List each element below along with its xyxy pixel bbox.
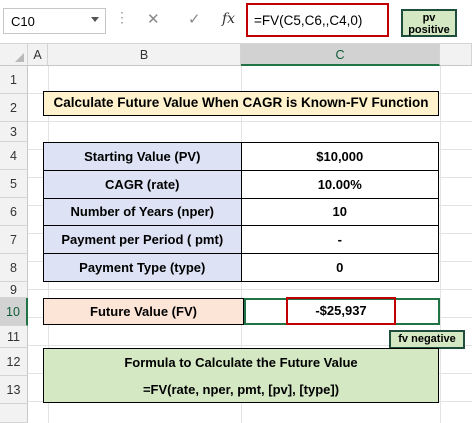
row-header-8[interactable]: 8 [0,254,28,282]
value-cell[interactable]: - [240,225,439,255]
formula-heading: Formula to Calculate the Future Value [124,355,358,370]
grid-line [440,66,441,423]
column-header-a[interactable]: A [28,44,48,66]
row-header-14[interactable] [0,404,28,423]
column-header-c[interactable]: C [241,44,440,66]
value-cell[interactable]: 0 [240,253,439,282]
formula-explanation-box[interactable]: Formula to Calculate the Future Value =F… [43,348,439,403]
row-header-12[interactable]: 12 [0,348,28,376]
future-value-label[interactable]: Future Value (FV) [43,298,244,325]
select-all-corner[interactable] [0,44,28,66]
row-header-1[interactable]: 1 [0,66,28,94]
formula-text: =FV(C5,C6,,C4,0) [254,13,363,28]
drag-handle-icon[interactable]: ⋮ [115,9,129,33]
row-header-11[interactable]: 11 [0,326,28,348]
formula-syntax: =FV(rate, nper, pmt, [pv], [type]) [142,382,340,397]
label-cell[interactable]: Payment per Period ( pmt) [43,225,242,255]
enter-icon[interactable]: ✓ [188,10,201,28]
row-header-2[interactable]: 2 [0,94,28,122]
row-header-7[interactable]: 7 [0,226,28,254]
column-header-b[interactable]: B [48,44,241,66]
row-header-4[interactable]: 4 [0,142,28,170]
cancel-icon[interactable]: ✕ [147,10,160,28]
table-row: Starting Value (PV) $10,000 [43,142,439,171]
row-header-13[interactable]: 13 [0,376,28,404]
select-all-icon [15,53,24,62]
label-cell[interactable]: CAGR (rate) [43,169,242,199]
column-header-d[interactable] [440,44,472,66]
future-value-result[interactable]: -$25,937 [286,297,396,325]
formula-bar: C10 ⋮ ✕ ✓ fx =FV(C5,C6,,C4,0) pv positiv… [0,0,472,44]
input-table: Starting Value (PV) $10,000 CAGR (rate) … [43,142,439,282]
table-row: Number of Years (nper) 10 [43,197,439,227]
value-cell[interactable]: 10 [240,197,439,227]
value-cell[interactable]: 10.00% [240,169,439,199]
row-header-9[interactable]: 9 [0,282,28,298]
pv-positive-callout: pv positive [401,9,457,37]
name-box-value: C10 [11,14,35,29]
name-box[interactable]: C10 [3,8,106,34]
row-header-3[interactable]: 3 [0,122,28,142]
table-row: CAGR (rate) 10.00% [43,169,439,199]
label-cell[interactable]: Number of Years (nper) [43,197,242,227]
row-header-5[interactable]: 5 [0,170,28,198]
table-row: Payment Type (type) 0 [43,253,439,282]
value-cell[interactable]: $10,000 [240,142,439,171]
fv-negative-callout: fv negative [389,330,465,349]
label-cell[interactable]: Payment Type (type) [43,253,242,282]
sheet-title[interactable]: Calculate Future Value When CAGR is Know… [43,91,439,116]
insert-function-icon[interactable]: fx [222,11,235,27]
row-header-6[interactable]: 6 [0,198,28,226]
label-cell[interactable]: Starting Value (PV) [43,142,242,171]
table-row: Payment per Period ( pmt) - [43,225,439,255]
row-header-10[interactable]: 10 [0,298,28,326]
chevron-down-icon[interactable] [91,17,99,22]
formula-input[interactable]: =FV(C5,C6,,C4,0) [246,3,389,37]
